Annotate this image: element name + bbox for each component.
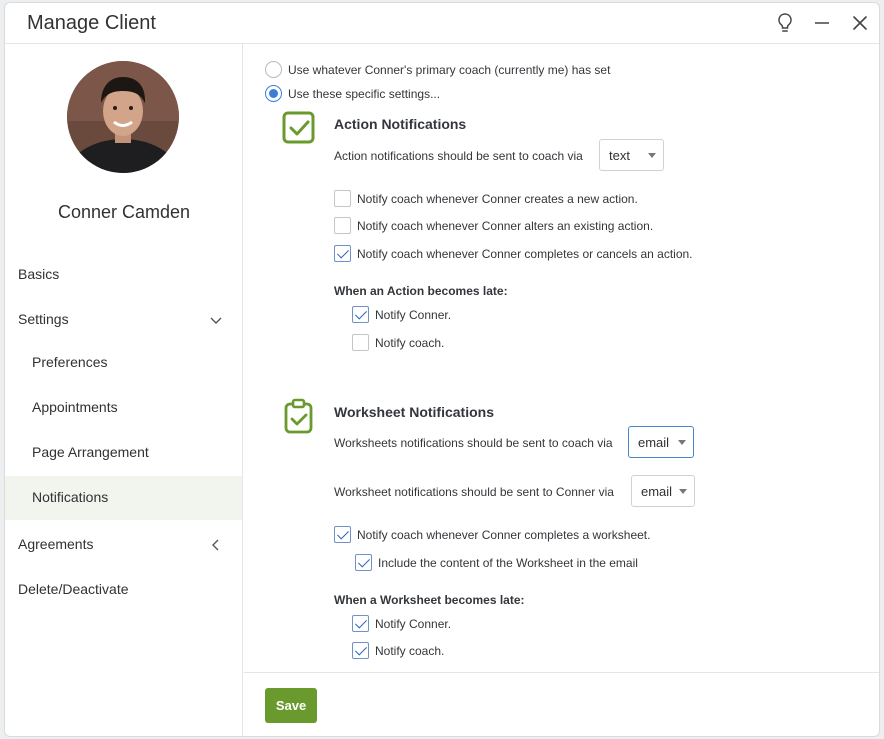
worksheet-notifications-title: Worksheet Notifications (334, 404, 494, 420)
sidebar-item-label: Notifications (32, 489, 109, 505)
action-notifications-title: Action Notifications (334, 116, 467, 132)
sidebar-item-appointments[interactable]: Appointments (5, 386, 242, 430)
action-via-label: Action notifications should be sent to c… (334, 149, 583, 163)
worksheet-conner-via-select[interactable]: email (631, 475, 695, 507)
sidebar-item-delete-deactivate[interactable]: Delete/Deactivate (5, 568, 242, 612)
sidebar-item-settings[interactable]: Settings (5, 298, 242, 342)
radio-use-specific-settings[interactable] (265, 85, 282, 102)
dialog-footer: Save (244, 672, 879, 736)
save-button[interactable]: Save (265, 688, 317, 723)
checkbox-notify-alter-action[interactable] (334, 217, 351, 234)
worksheet-conner-via-label: Worksheet notifications should be sent t… (334, 485, 614, 499)
worksheet-coach-via-label: Worksheets notifications should be sent … (334, 436, 613, 450)
sidebar-item-label: Appointments (32, 399, 118, 415)
caret-down-icon (648, 153, 656, 158)
chevron-left-icon (212, 539, 219, 551)
checkbox-label: Include the content of the Worksheet in … (378, 556, 638, 570)
title-bar: Manage Client (5, 3, 879, 44)
radio-use-primary-coach[interactable] (265, 61, 282, 78)
checkbox-label: Notify coach whenever Conner completes a… (357, 528, 651, 542)
action-coach-via-select[interactable]: text (599, 139, 664, 171)
sidebar: Conner Camden Basics Settings Preference… (5, 44, 243, 736)
client-name: Conner Camden (57, 202, 191, 222)
dialog-title: Manage Client (27, 12, 156, 34)
checkbox-label: Notify coach. (375, 336, 445, 350)
notifications-panel: Use whatever Conner's primary coach (cur… (244, 44, 879, 672)
checkbox-notify-complete-worksheet[interactable] (334, 526, 351, 543)
manage-client-dialog: Manage Client Conner Camden Basics Setti… (4, 2, 880, 737)
sidebar-item-label: Settings (18, 311, 69, 327)
caret-down-icon (679, 489, 687, 494)
checkbox-notify-create-action[interactable] (334, 190, 351, 207)
checkbox-label: Notify Conner. (375, 617, 452, 631)
select-value: email (641, 484, 673, 499)
sidebar-item-label: Delete/Deactivate (18, 581, 129, 597)
action-late-title: When an Action becomes late: (334, 284, 508, 298)
select-value: email (638, 435, 670, 450)
sidebar-item-label: Basics (18, 266, 60, 282)
chevron-down-icon (210, 317, 222, 324)
checkbox-worksheet-late-notify-conner[interactable] (352, 615, 369, 632)
checkbox-notify-complete-action[interactable] (334, 245, 351, 262)
sidebar-item-basics[interactable]: Basics (5, 253, 242, 297)
checkbox-check-icon (282, 111, 315, 144)
checkbox-label: Notify coach whenever Conner alters an e… (357, 219, 654, 233)
checkbox-label: Notify coach whenever Conner completes o… (357, 247, 693, 261)
checkbox-action-late-notify-coach[interactable] (352, 334, 369, 351)
checkbox-label: Notify coach whenever Conner creates a n… (357, 192, 638, 206)
worksheet-late-title: When a Worksheet becomes late: (334, 593, 525, 607)
caret-down-icon (678, 440, 686, 445)
sidebar-item-label: Preferences (32, 354, 108, 370)
worksheet-coach-via-select[interactable]: email (628, 426, 694, 458)
select-value: text (609, 148, 630, 163)
sidebar-item-agreements[interactable]: Agreements (5, 523, 242, 567)
close-icon[interactable] (848, 11, 872, 35)
radio-label: Use whatever Conner's primary coach (cur… (288, 63, 611, 77)
avatar (67, 61, 179, 173)
sidebar-item-notifications[interactable]: Notifications (5, 476, 242, 520)
sidebar-item-page-arrangement[interactable]: Page Arrangement (5, 431, 242, 475)
radio-label: Use these specific settings... (288, 87, 441, 101)
lightbulb-icon[interactable] (773, 11, 797, 35)
clipboard-check-icon (284, 398, 313, 434)
checkbox-label: Notify Conner. (375, 308, 452, 322)
sidebar-item-label: Agreements (18, 536, 94, 552)
checkbox-action-late-notify-conner[interactable] (352, 306, 369, 323)
sidebar-item-label: Page Arrangement (32, 444, 149, 460)
checkbox-include-worksheet-content[interactable] (355, 554, 372, 571)
checkbox-worksheet-late-notify-coach[interactable] (352, 642, 369, 659)
sidebar-item-preferences[interactable]: Preferences (5, 341, 242, 385)
minimize-icon[interactable] (810, 11, 834, 35)
checkbox-label: Notify coach. (375, 644, 445, 658)
